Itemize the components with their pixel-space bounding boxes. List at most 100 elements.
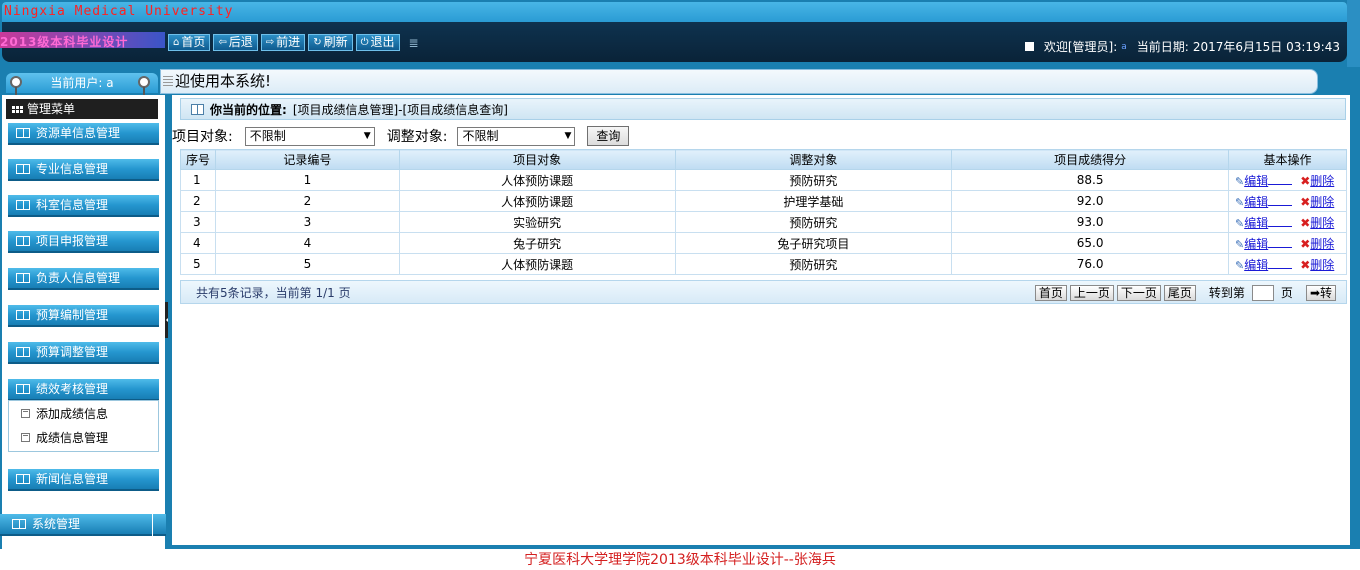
refresh-button[interactable]: ↻ 刷新 xyxy=(308,34,353,51)
sidebar-item-label: 绩效考核管理 xyxy=(36,382,109,396)
book-icon xyxy=(16,347,30,357)
delete-link[interactable]: 删除 xyxy=(1310,174,1334,188)
menu-lines-icon[interactable]: ≣ xyxy=(409,36,419,50)
next-page-button[interactable]: 下一页 xyxy=(1116,284,1161,301)
delete-link[interactable]: 删除 xyxy=(1310,237,1334,251)
page-icon xyxy=(21,408,30,418)
first-page-button[interactable]: 首页 xyxy=(1034,284,1067,301)
sidebar-item-owner[interactable]: 负责人信息管理 xyxy=(8,268,159,290)
cell-actions: ✎编辑 ✖删除 xyxy=(1227,211,1348,233)
book-icon xyxy=(16,164,30,174)
delete-link[interactable]: 删除 xyxy=(1310,216,1334,230)
back-button[interactable]: ⇦ 后退 xyxy=(213,34,258,51)
breadcrumb: 你当前的位置: [项目成绩信息管理]-[项目成绩信息查询] xyxy=(180,98,1346,120)
book-icon xyxy=(16,384,30,394)
home-label: 首页 xyxy=(181,35,206,49)
cell-actions: ✎编辑 ✖删除 xyxy=(1227,232,1348,254)
col-score[interactable]: 项目成绩得分 xyxy=(951,149,1229,170)
menu-header: 管理菜单 xyxy=(6,99,158,119)
delete-icon: ✖ xyxy=(1300,236,1311,251)
sidebar-item-performance[interactable]: 绩效考核管理 xyxy=(8,379,159,401)
submenu-label: 添加成绩信息 xyxy=(36,406,109,421)
sidebar-item-project[interactable]: 项目申报管理 xyxy=(8,231,159,253)
breadcrumb-path: [项目成绩信息管理]-[项目成绩信息查询] xyxy=(292,102,508,117)
sidebar-item-label: 预算编制管理 xyxy=(36,308,109,322)
edit-link[interactable]: 编辑 xyxy=(1244,258,1268,272)
last-page-button[interactable]: 尾页 xyxy=(1163,284,1196,301)
cell-project: 兔子研究 xyxy=(398,232,676,254)
edit-link[interactable]: 编辑 xyxy=(1244,195,1268,209)
pencil-icon: ✎ xyxy=(1234,195,1245,209)
table-row: 4 4 兔子研究 兔子研究项目 65.0 ✎编辑 ✖删除 xyxy=(180,232,1348,254)
cell-score: 65.0 xyxy=(951,232,1229,254)
back-icon: ⇦ xyxy=(218,37,227,48)
cell-score: 93.0 xyxy=(951,211,1229,233)
forward-button[interactable]: ⇨ 前进 xyxy=(260,34,306,51)
cell-index: 4 xyxy=(180,232,216,254)
toolbar: ⌂ 首页 ⇦ 后退 ⇨ 前进 ↻ 刷新 ⏻ 退出 ≣ xyxy=(168,34,419,51)
sidebar-item-resource[interactable]: 资源单信息管理 xyxy=(8,123,159,145)
results-table: 序号 记录编号 项目对象 调整对象 项目成绩得分 基本操作 1 1 人体预防课题 预防… xyxy=(180,149,1348,275)
edit-link[interactable]: 编辑 xyxy=(1244,216,1268,230)
page-icon xyxy=(21,432,30,442)
query-button[interactable]: 查询 xyxy=(587,126,630,146)
col-adjust[interactable]: 调整对象 xyxy=(674,149,953,170)
user-link[interactable]: a xyxy=(1121,42,1127,52)
go-button[interactable]: ➡转 xyxy=(1305,284,1336,301)
delete-link[interactable]: 删除 xyxy=(1310,258,1334,272)
sidebar-item-major[interactable]: 专业信息管理 xyxy=(8,159,159,181)
book-icon xyxy=(16,310,30,320)
prev-page-button[interactable]: 上一页 xyxy=(1069,284,1114,301)
forward-label: 前进 xyxy=(276,35,301,49)
logout-label: 退出 xyxy=(370,35,395,49)
cell-index: 1 xyxy=(180,169,216,191)
cell-score: 76.0 xyxy=(951,253,1229,275)
project-filter-value: 不限制 xyxy=(249,128,286,143)
col-project[interactable]: 项目对象 xyxy=(398,149,676,170)
cell-record-no: 1 xyxy=(214,169,400,191)
sidebar-item-system[interactable]: 系统管理 xyxy=(0,514,152,536)
pencil-icon: ✎ xyxy=(1234,216,1245,230)
sidebar-item-department[interactable]: 科室信息管理 xyxy=(8,195,159,217)
cell-project: 实验研究 xyxy=(398,211,676,233)
project-filter-select[interactable]: 不限制 xyxy=(244,126,375,146)
col-record-no[interactable]: 记录编号 xyxy=(214,149,400,170)
edit-link[interactable]: 编辑 xyxy=(1244,174,1268,188)
header: Ningxia Medical University 2013级本科毕业设计 ⌂… xyxy=(0,0,1360,67)
performance-submenu: 添加成绩信息 成绩信息管理 xyxy=(8,400,159,452)
submenu-add-score[interactable]: 添加成绩信息 xyxy=(9,401,158,425)
table-row: 5 5 人体预防课题 预防研究 76.0 ✎编辑 ✖删除 xyxy=(180,253,1348,275)
home-button[interactable]: ⌂ 首页 xyxy=(168,34,211,51)
delete-icon: ✖ xyxy=(1300,173,1311,188)
footer: 宁夏医科大学理学院2013级本科毕业设计--张海兵 xyxy=(0,549,1360,570)
pencil-icon: ✎ xyxy=(1234,237,1245,251)
pencil-icon: ✎ xyxy=(1234,258,1245,272)
cell-record-no: 5 xyxy=(214,253,400,275)
sidebar-item-label: 资源单信息管理 xyxy=(36,126,121,140)
marquee-text: 迎使用本系统! xyxy=(175,72,272,90)
refresh-icon: ↻ xyxy=(313,37,322,48)
delete-link[interactable]: 删除 xyxy=(1310,195,1334,209)
sidebar-item-label: 专业信息管理 xyxy=(36,162,109,176)
logout-button[interactable]: ⏻ 退出 xyxy=(355,34,400,51)
adjust-filter-select[interactable]: 不限制 xyxy=(457,126,576,146)
delete-icon: ✖ xyxy=(1300,215,1311,230)
edit-underline xyxy=(1268,196,1293,206)
goto-page-input[interactable] xyxy=(1251,284,1274,301)
cell-actions: ✎编辑 ✖删除 xyxy=(1227,169,1348,191)
welcome-marquee: 迎使用本系统! xyxy=(160,69,1318,94)
cell-actions: ✎编辑 ✖删除 xyxy=(1227,190,1348,212)
submenu-score-manage[interactable]: 成绩信息管理 xyxy=(9,425,158,449)
header-info: 欢迎[管理员]: a 当前日期: 2017年6月15日 03:19:43 xyxy=(1024,38,1340,55)
edit-underline xyxy=(1268,238,1293,248)
sidebar-item-budget-adjust[interactable]: 预算调整管理 xyxy=(8,342,159,364)
sidebar: 当前用户: a 管理菜单 资源单信息管理 专业信息管理 科室信息管理 项目申报管… xyxy=(0,67,172,549)
book-icon xyxy=(12,519,26,529)
edit-link[interactable]: 编辑 xyxy=(1244,237,1268,251)
sidebar-item-extra[interactable] xyxy=(153,514,166,536)
power-icon: ⏻ xyxy=(360,37,369,48)
col-index[interactable]: 序号 xyxy=(180,149,216,170)
sidebar-item-budget[interactable]: 预算编制管理 xyxy=(8,305,159,327)
sidebar-item-news[interactable]: 新闻信息管理 xyxy=(8,469,159,491)
home-icon: ⌂ xyxy=(173,37,180,48)
